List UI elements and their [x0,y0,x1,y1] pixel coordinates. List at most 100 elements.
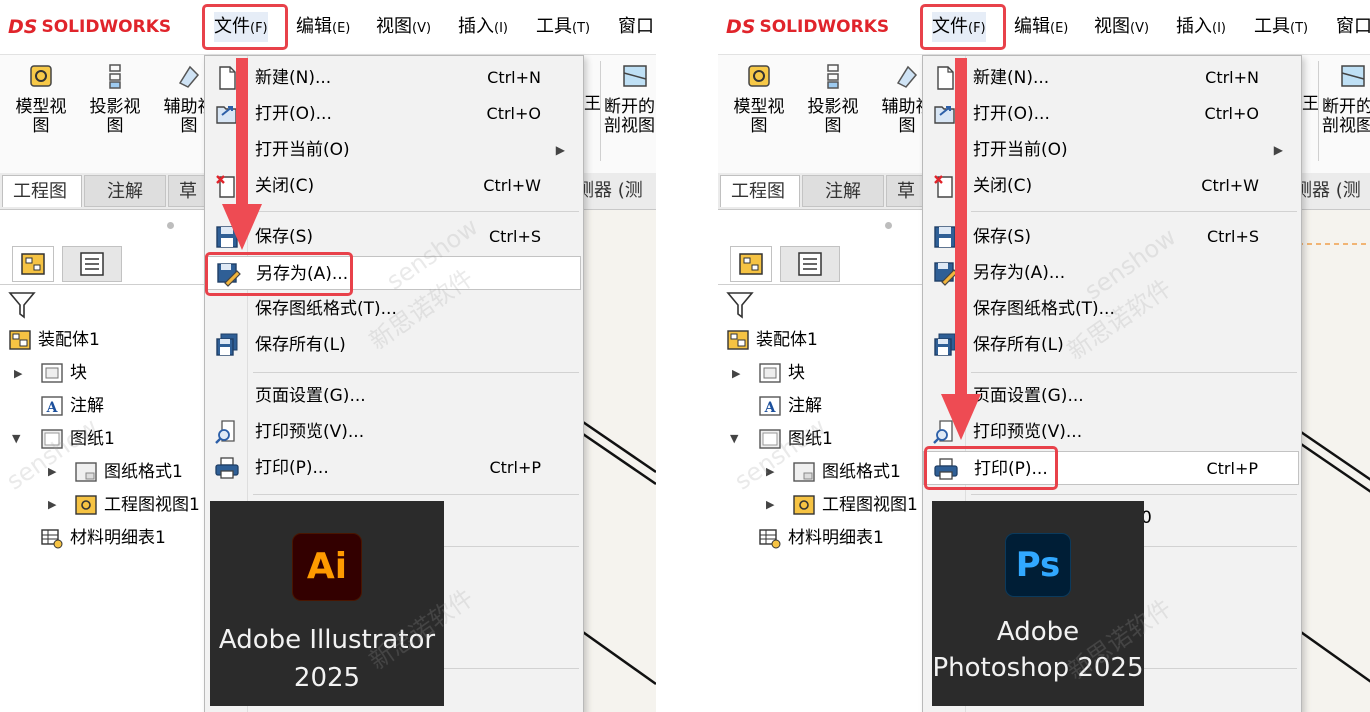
projected-view-button[interactable]: 投影视 图 [82,63,148,136]
tree-item-sheet-format[interactable]: 图纸格式1 [74,458,183,486]
tab-annotation[interactable]: 注解 [802,175,884,207]
filter-icon[interactable] [726,290,754,320]
broken-section-button[interactable]: 断开的 剖视图 [604,63,656,136]
menu-label: 打开当前(O) [255,140,350,160]
menu-item-print-preview[interactable]: 打印预览(V)... [923,415,1299,449]
expand-arrow-icon[interactable]: ▶ [766,498,774,511]
tree-item-drawing-view[interactable]: 工程图视图1 [792,491,918,519]
menu-item-save-as[interactable]: 另存为(A)... [923,256,1299,290]
model-view-icon [748,65,770,87]
menu-item-print[interactable]: 打印(P)... Ctrl+P [923,451,1299,485]
feature-manager-tabs [0,244,204,285]
expand-arrow-icon[interactable]: ▶ [766,465,774,478]
tab-evaluate-fragment[interactable]: 测器 (测 [1290,175,1370,207]
menu-edit[interactable]: 编辑(E) [296,12,350,42]
menu-item-print-preview[interactable]: 打印预览(V)... [205,415,581,449]
menu-tools[interactable]: 工具(T) [1254,12,1308,42]
tab-sketch[interactable]: 草 [886,175,926,207]
close-document-icon [934,175,953,198]
menu-view[interactable]: 视图(V) [1094,12,1149,42]
tab-drawing[interactable]: 工程图 [720,175,800,207]
tree-item-sheet[interactable]: 图纸1 [40,425,115,453]
menu-item-save[interactable]: 保存(S) Ctrl+S [923,220,1299,254]
menu-file[interactable]: 文件(F) [932,12,986,42]
tree-item-annotations[interactable]: A 注解 [40,392,104,420]
menu-item-new[interactable]: 新建(N)... Ctrl+N [205,61,581,95]
menu-separator [253,211,579,212]
tree-item-bom[interactable]: 材料明细表1 [758,524,884,552]
menu-edit[interactable]: 编辑(E) [1014,12,1068,42]
property-manager-tab[interactable] [62,246,122,282]
menu-view[interactable]: 视图(V) [376,12,431,42]
menu-label: 关闭(C) [973,176,1033,196]
illustrator-badge: Ai Adobe Illustrator 2025 [210,501,444,706]
tree-item-blocks[interactable]: 块 [758,359,805,387]
menu-item-save-all[interactable]: 保存所有(L) [205,328,581,362]
tree-label: 装配体1 [38,330,100,350]
menu-item-page-setup[interactable]: 页面设置(G)... [923,379,1299,413]
tree-item-sheet[interactable]: 图纸1 [758,425,833,453]
collapse-arrow-icon[interactable]: ▼ [12,432,20,445]
menu-item-save-sheet-format[interactable]: 保存图纸格式(T)... [923,292,1299,326]
menu-window[interactable]: 窗口 [1336,12,1370,42]
feature-tree-tab[interactable] [12,246,54,282]
property-manager-tab[interactable] [780,246,840,282]
menu-window[interactable]: 窗口 [618,12,654,42]
menu-file[interactable]: 文件(F) [214,12,268,42]
menu-item-page-setup[interactable]: 页面设置(G)... [205,379,581,413]
tab-sketch[interactable]: 草 [168,175,208,207]
tree-item-blocks[interactable]: 块 [40,359,87,387]
expand-arrow-icon[interactable]: ▶ [48,498,56,511]
expand-arrow-icon[interactable]: ▶ [14,367,22,380]
tab-drawing[interactable]: 工程图 [2,175,82,207]
model-view-label-2: 图 [32,116,50,136]
tab-evaluate-fragment[interactable]: 测器 (测 [572,175,656,207]
new-document-icon [219,66,236,90]
menu-label: 保存所有(L) [973,335,1064,355]
photoshop-logo-icon: Ps [1005,533,1071,597]
tab-annotation[interactable]: 注解 [84,175,166,207]
tree-item-sheet-format[interactable]: 图纸格式1 [792,458,901,486]
menu-item-close[interactable]: 关闭(C) Ctrl+W [205,169,581,203]
projected-view-label-1: 投影视 [89,97,141,117]
model-view-label-2: 图 [750,116,768,136]
tree-item-annotations[interactable]: A 注解 [758,392,822,420]
menu-label: 打印预览(V)... [973,422,1083,442]
tree-item-assembly[interactable]: 装配体1 [8,326,100,354]
expand-arrow-icon[interactable]: ▶ [732,367,740,380]
panel-resize-dot[interactable] [167,222,174,229]
projected-view-button[interactable]: 投影视 图 [800,63,866,136]
menu-insert[interactable]: 插入(I) [458,12,508,42]
model-view-button[interactable]: 模型视 图 [726,63,792,136]
menu-label: 页面设置(G)... [973,386,1084,406]
feature-tree-tab[interactable] [730,246,772,282]
menu-item-open[interactable]: 打开(O)... Ctrl+O [923,97,1299,131]
photoshop-name-line2: Photoshop 2025 [932,653,1144,683]
menu-item-new[interactable]: 新建(N)... Ctrl+N [923,61,1299,95]
menu-item-close[interactable]: 关闭(C) Ctrl+W [923,169,1299,203]
collapse-arrow-icon[interactable]: ▼ [730,432,738,445]
menu-item-save-as[interactable]: 另存为(A)... [205,256,581,290]
printer-icon [215,457,239,479]
toolbar-separator [600,61,601,161]
broken-section-button[interactable]: 断开的 剖视图 [1322,63,1370,136]
model-view-button[interactable]: 模型视 图 [8,63,74,136]
menu-item-print[interactable]: 打印(P)... Ctrl+P [205,451,581,485]
tree-item-assembly[interactable]: 装配体1 [726,326,818,354]
tree-item-drawing-view[interactable]: 工程图视图1 [74,491,200,519]
menu-item-save-all[interactable]: 保存所有(L) [923,328,1299,362]
solidworks-logo: DS SOLIDWORKS [8,12,171,42]
menu-insert[interactable]: 插入(I) [1176,12,1226,42]
filter-icon[interactable] [8,290,36,320]
broken-section-icon [623,65,647,87]
menu-item-save-sheet-format[interactable]: 保存图纸格式(T)... [205,292,581,326]
panel-resize-dot[interactable] [885,222,892,229]
menu-item-open-recent[interactable]: 打开当前(O) ▶ [205,133,581,167]
menu-item-open-recent[interactable]: 打开当前(O) ▶ [923,133,1299,167]
menu-bar: DS SOLIDWORKS 文件(F) 编辑(E) 视图(V) 插入(I) 工具… [0,0,656,55]
expand-arrow-icon[interactable]: ▶ [48,465,56,478]
menu-tools[interactable]: 工具(T) [536,12,590,42]
tree-item-bom[interactable]: 材料明细表1 [40,524,166,552]
menu-item-save[interactable]: 保存(S) Ctrl+S [205,220,581,254]
menu-item-open[interactable]: 打开(O)... Ctrl+O [205,97,581,131]
